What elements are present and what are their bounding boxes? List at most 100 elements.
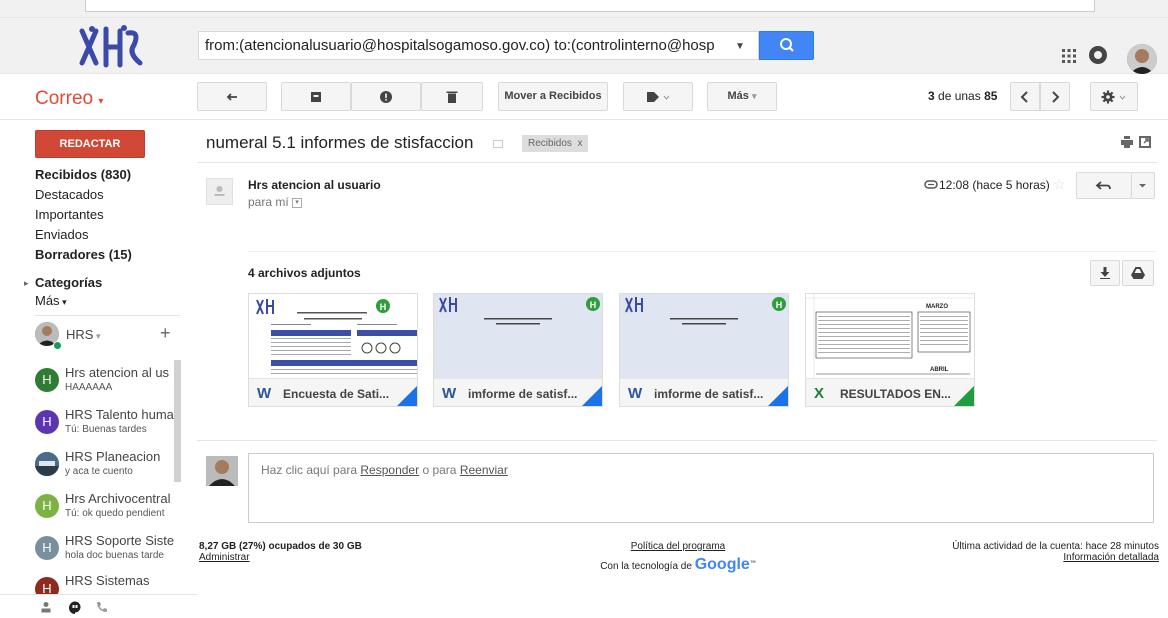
contact-name: HRS Talento huma	[65, 407, 174, 422]
nav-inbox[interactable]: Recibidos (830)	[35, 167, 131, 182]
attachment-card[interactable]: H W imforme de satisf...	[433, 293, 603, 407]
reply-forward-box[interactable]: Haz clic aquí para Responder o para Reen…	[248, 453, 1154, 523]
message-view: numeral 5.1 informes de stisfaccion Reci…	[197, 120, 1168, 618]
back-button[interactable]	[197, 82, 267, 111]
nav-more[interactable]: Más ▾	[35, 293, 67, 308]
chat-contact[interactable]: H HRS Talento huma Tú: Buenas tardes	[35, 407, 175, 449]
expand-categories-icon[interactable]: ▸	[24, 278, 29, 289]
print-icon[interactable]	[1121, 136, 1133, 148]
inbox-label-chip: Recibidos x	[522, 135, 589, 152]
trash-icon	[446, 91, 458, 103]
chat-contact[interactable]: H HRS Sistemas	[35, 573, 175, 595]
contacts-person-icon[interactable]	[40, 601, 52, 613]
more-actions-button[interactable]: Más ▾	[707, 82, 777, 111]
hrs-logo[interactable]	[62, 23, 150, 69]
star-icon[interactable]: ☆	[1053, 176, 1066, 193]
report-spam-button[interactable]	[351, 82, 421, 111]
pagination-count: 3 de unas 85	[928, 89, 997, 103]
new-chat-plus-icon[interactable]: +	[160, 323, 171, 344]
attachment-name: imforme de satisf...	[654, 387, 764, 401]
chat-contact[interactable]: H HRS Soporte Siste hola doc buenas tard…	[35, 533, 175, 575]
settings-button[interactable]	[1090, 82, 1138, 111]
contact-last-message: HAAAAAA	[65, 382, 113, 393]
search-icon	[780, 38, 794, 52]
older-button[interactable]	[1040, 82, 1070, 111]
reply-button[interactable]	[1076, 172, 1132, 199]
attachment-card[interactable]: H W imforme de satisf...	[619, 293, 789, 407]
new-window-icon[interactable]	[1139, 136, 1151, 148]
attachment-card[interactable]: MARZO ABRIL X RESULTADOS EN...	[805, 293, 975, 407]
importance-marker-icon[interactable]	[493, 140, 503, 148]
contact-avatar: H	[35, 536, 59, 560]
search-input[interactable]: from:(atencionalusuario@hospitalsogamoso…	[198, 31, 759, 60]
nav-starred[interactable]: Destacados	[35, 187, 104, 202]
manage-storage-link[interactable]: Administrar	[199, 552, 250, 563]
contact-last-message: Tú: ok quedo pendient	[65, 508, 165, 519]
message-more-button[interactable]	[1132, 172, 1155, 199]
label-tag-icon	[647, 92, 670, 102]
contacts-scrollbar[interactable]	[174, 360, 181, 482]
save-to-drive-button[interactable]	[1122, 260, 1154, 286]
attachment-thumbnail: MARZO ABRIL	[806, 294, 974, 378]
newer-button[interactable]	[1010, 82, 1040, 111]
forward-link[interactable]: Reenviar	[460, 463, 508, 477]
hangouts-account[interactable]: HRS ▾	[66, 327, 100, 342]
reply-prefix: Haz clic aquí para	[261, 463, 361, 477]
attachment-card[interactable]: H W Encuesta de Sati...	[248, 293, 418, 407]
chevron-down-icon: ▾	[751, 91, 757, 101]
gmail-header: from:(atencionalusuario@hospitalsogamoso…	[0, 18, 1168, 74]
search-options-chevron-down-icon[interactable]: ▼	[734, 41, 746, 52]
chat-contact[interactable]: H Hrs atencion al us HAAAAAA	[35, 365, 175, 407]
notifications-icon[interactable]	[1089, 46, 1107, 64]
remove-label-button[interactable]: x	[577, 138, 582, 149]
message-subject: numeral 5.1 informes de stisfaccion	[206, 133, 474, 152]
attachment-bar: W imforme de satisf...	[434, 378, 602, 406]
contact-avatar: H	[35, 410, 59, 434]
archive-button[interactable]	[281, 82, 351, 111]
attachment-name: Encuesta de Sati...	[283, 387, 390, 401]
contact-avatar: H	[35, 494, 59, 518]
divider	[248, 251, 1157, 252]
chat-contact[interactable]: H Hrs Archivocentral Tú: ok quedo pendie…	[35, 491, 175, 533]
attachment-bar: W imforme de satisf...	[620, 378, 788, 406]
download-all-button[interactable]	[1090, 260, 1120, 286]
account-avatar[interactable]	[1127, 44, 1157, 74]
phone-icon[interactable]	[96, 601, 108, 613]
show-details-chevron-down-icon[interactable]: ▾	[292, 197, 303, 208]
delete-button[interactable]	[421, 82, 483, 111]
chat-contact[interactable]: HRS Planeacion y aca te cuento	[35, 449, 175, 491]
archive-icon	[311, 92, 321, 102]
last-activity-text: Última actividad de la cuenta: hace 28 m…	[952, 541, 1159, 552]
search-button[interactable]	[759, 31, 814, 60]
recipient-text: para mí	[248, 195, 289, 209]
app-switcher[interactable]: Correo ▾	[35, 88, 103, 110]
sender-avatar	[206, 178, 233, 205]
spam-icon	[380, 91, 392, 103]
hangouts-chat-icon[interactable]	[68, 601, 82, 615]
compose-button[interactable]: REDACTAR	[35, 130, 145, 158]
chevron-down-icon: ▾	[93, 331, 101, 341]
hangouts-account-label: HRS	[66, 327, 94, 342]
recipient-line: para mí ▾	[248, 195, 303, 209]
reply-link[interactable]: Responder	[360, 463, 419, 477]
move-to-inbox-button[interactable]: Mover a Recibidos	[498, 82, 608, 111]
google-logo: Google	[694, 556, 750, 573]
count-current: 3	[928, 89, 935, 103]
apps-grid-icon[interactable]	[1062, 49, 1076, 66]
attachment-bar: W Encuesta de Sati...	[249, 378, 417, 406]
contact-name: HRS Planeacion	[65, 449, 161, 464]
labels-button[interactable]	[623, 82, 693, 111]
sender-name[interactable]: Hrs atencion al usuario	[248, 178, 381, 192]
contact-name: HRS Soporte Siste	[65, 533, 175, 548]
activity-details-link[interactable]: Información detallada	[1063, 552, 1159, 563]
nav-sent[interactable]: Enviados	[35, 227, 88, 242]
svg-text:H: H	[590, 300, 597, 310]
nav-drafts[interactable]: Borradores (15)	[35, 247, 132, 262]
browser-top-strip	[0, 0, 1168, 18]
nav-important[interactable]: Importantes	[35, 207, 104, 222]
contact-name: Hrs Archivocentral	[65, 491, 171, 506]
word-file-icon: W	[628, 385, 643, 402]
divider	[197, 162, 1157, 163]
nav-categories[interactable]: Categorías	[35, 275, 102, 290]
program-policy-link[interactable]: Política del programa	[631, 541, 726, 552]
